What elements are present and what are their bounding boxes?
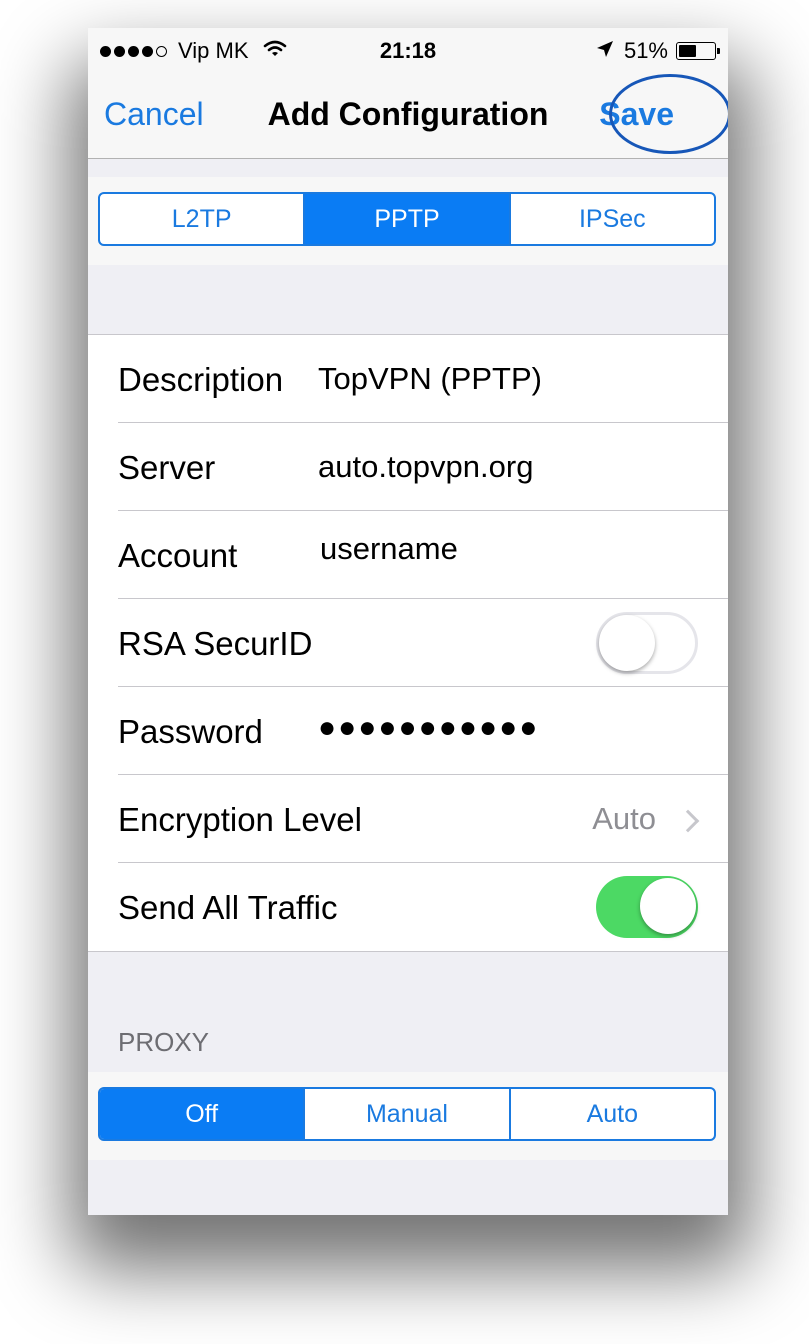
status-bar: Vip MK 21:18 51% (88, 28, 728, 74)
password-field[interactable]: ●●●●●●●●●●● (318, 711, 539, 745)
chevron-right-icon (676, 809, 700, 833)
segment-proxy-off[interactable]: Off (100, 1089, 306, 1139)
toggle-knob (640, 878, 696, 934)
password-label: Password (118, 713, 263, 750)
vpn-type-segmented-control: L2TP PPTP IPSec (98, 192, 716, 246)
vpn-settings-list: Description TopVPN (PPTP) Server auto.to… (88, 334, 728, 952)
status-right: 51% (596, 38, 720, 64)
description-field[interactable]: TopVPN (PPTP) (318, 361, 542, 397)
account-label: Account (118, 537, 238, 574)
rsa-securid-row: RSA SecurID (88, 599, 728, 687)
battery-icon (676, 42, 720, 60)
toggle-knob (599, 615, 655, 671)
encryption-level-value: Auto (592, 801, 656, 836)
proxy-section-header: PROXY (118, 1027, 210, 1057)
segment-pptp[interactable]: PPTP (305, 194, 511, 244)
password-row[interactable]: Password ●●●●●●●●●●● (88, 687, 728, 775)
location-arrow-icon (596, 38, 614, 64)
send-all-traffic-row: Send All Traffic (88, 863, 728, 951)
phone-screen: Vip MK 21:18 51% Cancel Add Configuratio… (88, 28, 728, 1215)
segment-ipsec[interactable]: IPSec (511, 194, 714, 244)
rsa-securid-toggle[interactable] (596, 612, 698, 674)
account-field[interactable]: username (320, 531, 458, 567)
server-field[interactable]: auto.topvpn.org (318, 449, 533, 485)
vpn-type-band: L2TP PPTP IPSec (88, 177, 728, 265)
segment-proxy-auto[interactable]: Auto (511, 1089, 714, 1139)
battery-percent: 51% (623, 38, 668, 63)
rsa-securid-label: RSA SecurID (118, 625, 313, 662)
proxy-segmented-control: Off Manual Auto (98, 1087, 716, 1141)
encryption-level-row[interactable]: Encryption Level Auto (88, 775, 728, 863)
description-label: Description (118, 361, 284, 398)
send-all-traffic-toggle[interactable] (596, 876, 698, 938)
battery-fill (679, 45, 696, 57)
save-highlight-circle (609, 74, 728, 154)
description-row[interactable]: Description TopVPN (PPTP) (88, 335, 728, 423)
encryption-level-label: Encryption Level (118, 801, 362, 838)
segment-l2tp[interactable]: L2TP (100, 194, 306, 244)
account-row[interactable]: Account username (88, 511, 728, 599)
server-row[interactable]: Server auto.topvpn.org (88, 423, 728, 511)
proxy-band: Off Manual Auto (88, 1072, 728, 1160)
send-all-traffic-label: Send All Traffic (118, 889, 338, 926)
segment-proxy-manual[interactable]: Manual (305, 1089, 511, 1139)
server-label: Server (118, 449, 216, 486)
